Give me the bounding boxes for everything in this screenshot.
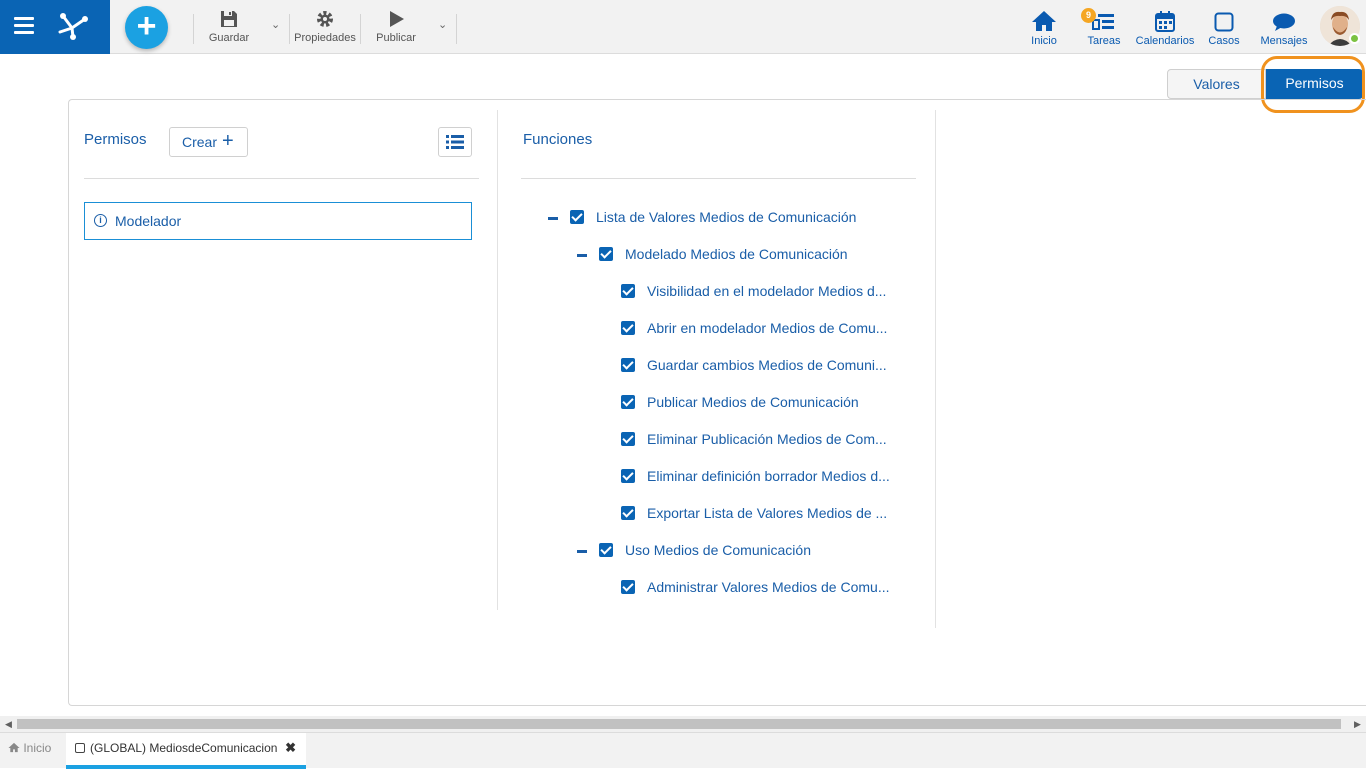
tree-leaf[interactable]: Visibilidad en el modelador Medios d...: [621, 282, 891, 302]
chat-icon: [1273, 13, 1295, 31]
nav-mensajes[interactable]: Mensajes: [1258, 6, 1310, 47]
top-toolbar: + Guardar ⌄ Propiedades Publicar ⌄ Inici…: [0, 0, 1366, 54]
publish-button[interactable]: Publicar: [373, 8, 419, 44]
permiso-item-label: Modelador: [115, 213, 182, 229]
toolbar-divider: [289, 14, 290, 44]
logo-icon[interactable]: [55, 10, 91, 42]
tab-active-label: (GLOBAL) MediosdeComunicacion: [90, 741, 278, 755]
tree-leaf-label: Exportar Lista de Valores Medios de ...: [647, 505, 888, 521]
save-icon: [221, 11, 237, 27]
crear-button[interactable]: Crear +: [169, 127, 248, 157]
checkbox-checked[interactable]: [570, 210, 584, 224]
list-view-button[interactable]: [438, 127, 472, 157]
tree-node[interactable]: Modelado Medios de Comunicación: [577, 245, 907, 265]
save-button[interactable]: Guardar: [207, 8, 251, 44]
checkbox-checked[interactable]: [621, 506, 635, 520]
tree-leaf-label: Visibilidad en el modelador Medios d...: [647, 283, 887, 299]
checkbox-checked[interactable]: [621, 469, 635, 483]
tree-node-label: Lista de Valores Medios de Comunicación: [596, 209, 857, 225]
nav-tareas[interactable]: 9 Tareas: [1081, 6, 1123, 47]
home-icon: [1032, 11, 1056, 31]
toolbar-divider: [360, 14, 361, 44]
nav-inicio[interactable]: Inicio: [1026, 6, 1062, 47]
checkbox-checked[interactable]: [599, 543, 613, 557]
checkbox-checked[interactable]: [621, 432, 635, 446]
home-icon: [8, 742, 20, 753]
tree-leaf-label: Eliminar definición borrador Medios d...: [647, 468, 890, 484]
nav-casos-label: Casos: [1208, 35, 1240, 47]
checkbox-checked[interactable]: [621, 580, 635, 594]
properties-label: Propiedades: [294, 32, 356, 44]
tree-leaf-label: Abrir en modelador Medios de Comu...: [647, 320, 888, 336]
tree-node-label: Uso Medios de Comunicación: [625, 542, 811, 558]
info-icon: i: [94, 214, 107, 227]
tree-leaf[interactable]: Eliminar Publicación Medios de Com...: [621, 430, 891, 450]
online-status-indicator: [1349, 33, 1360, 44]
tree-leaf-label: Guardar cambios Medios de Comuni...: [647, 357, 887, 373]
tree-leaf-label: Eliminar Publicación Medios de Com...: [647, 431, 887, 447]
play-icon: [390, 11, 404, 27]
plus-icon: +: [222, 130, 234, 152]
tree-leaf[interactable]: Eliminar definición borrador Medios d...: [621, 467, 891, 487]
divider: [84, 178, 479, 179]
tree-leaf[interactable]: Publicar Medios de Comunicación: [621, 393, 891, 413]
crear-label: Crear: [182, 134, 218, 150]
save-label: Guardar: [208, 32, 250, 44]
funciones-title: Funciones: [523, 131, 593, 148]
checkbox-checked[interactable]: [621, 358, 635, 372]
nav-mensajes-label: Mensajes: [1260, 35, 1308, 47]
bottom-tab-bar: Inicio (GLOBAL) MediosdeComunicacion ✖: [0, 732, 1366, 769]
tree-node-label: Modelado Medios de Comunicación: [625, 246, 848, 262]
checkbox-checked[interactable]: [621, 321, 635, 335]
tab-medios-de-comunicacion[interactable]: (GLOBAL) MediosdeComunicacion ✖: [66, 733, 306, 769]
tree-leaf[interactable]: Exportar Lista de Valores Medios de ...: [621, 504, 891, 524]
collapse-icon[interactable]: [577, 254, 587, 257]
collapse-icon[interactable]: [577, 550, 587, 553]
tab-inicio-label: Inicio: [23, 741, 52, 755]
checkbox-checked[interactable]: [599, 247, 613, 261]
scroll-right-icon[interactable]: ▶: [1354, 719, 1361, 730]
gear-icon: [317, 11, 333, 27]
brand-area: [0, 0, 110, 54]
horizontal-scrollbar[interactable]: ◀ ▶: [0, 716, 1366, 732]
calendar-icon: [1155, 11, 1175, 32]
tree-leaf-label: Publicar Medios de Comunicación: [647, 394, 859, 410]
tree-leaf[interactable]: Guardar cambios Medios de Comuni...: [621, 356, 891, 376]
tree-leaf[interactable]: Administrar Valores Medios de Comu...: [621, 578, 891, 598]
save-chevron-down-icon[interactable]: ⌄: [271, 18, 280, 31]
permisos-title: Permisos: [84, 131, 147, 148]
tree-leaf-label: Administrar Valores Medios de Comu...: [647, 579, 890, 595]
publish-label: Publicar: [376, 32, 416, 44]
tab-valores[interactable]: Valores: [1167, 69, 1266, 99]
column-divider: [497, 110, 498, 610]
tree-node[interactable]: Uso Medios de Comunicación: [577, 541, 907, 561]
document-icon: [75, 743, 85, 753]
toolbar-divider: [456, 14, 457, 44]
checkbox-checked[interactable]: [621, 284, 635, 298]
toolbar-divider: [193, 14, 194, 44]
nav-inicio-label: Inicio: [1031, 35, 1057, 47]
nav-calendarios[interactable]: Calendarios: [1135, 6, 1195, 47]
close-icon[interactable]: ✖: [285, 733, 296, 763]
permiso-item-modelador[interactable]: i Modelador: [84, 202, 472, 240]
nav-calendarios-label: Calendarios: [1135, 35, 1195, 47]
nav-casos[interactable]: Casos: [1206, 6, 1242, 47]
menu-icon[interactable]: [14, 17, 36, 35]
publish-chevron-down-icon[interactable]: ⌄: [438, 18, 447, 31]
tree-leaf[interactable]: Abrir en modelador Medios de Comu...: [621, 319, 891, 339]
cases-icon: [1214, 12, 1234, 32]
tree-node[interactable]: Lista de Valores Medios de Comunicación: [548, 208, 908, 228]
checkbox-checked[interactable]: [621, 395, 635, 409]
divider: [521, 178, 916, 179]
tasks-badge: 9: [1081, 8, 1096, 23]
properties-button[interactable]: Propiedades: [293, 8, 357, 44]
nav-tareas-label: Tareas: [1087, 35, 1121, 47]
add-button[interactable]: +: [125, 6, 168, 49]
column-divider: [935, 110, 936, 628]
tab-inicio[interactable]: Inicio: [8, 733, 51, 769]
scrollbar-thumb[interactable]: [17, 719, 1341, 729]
collapse-icon[interactable]: [548, 217, 558, 220]
scroll-left-icon[interactable]: ◀: [5, 719, 12, 730]
list-icon: [446, 135, 464, 149]
